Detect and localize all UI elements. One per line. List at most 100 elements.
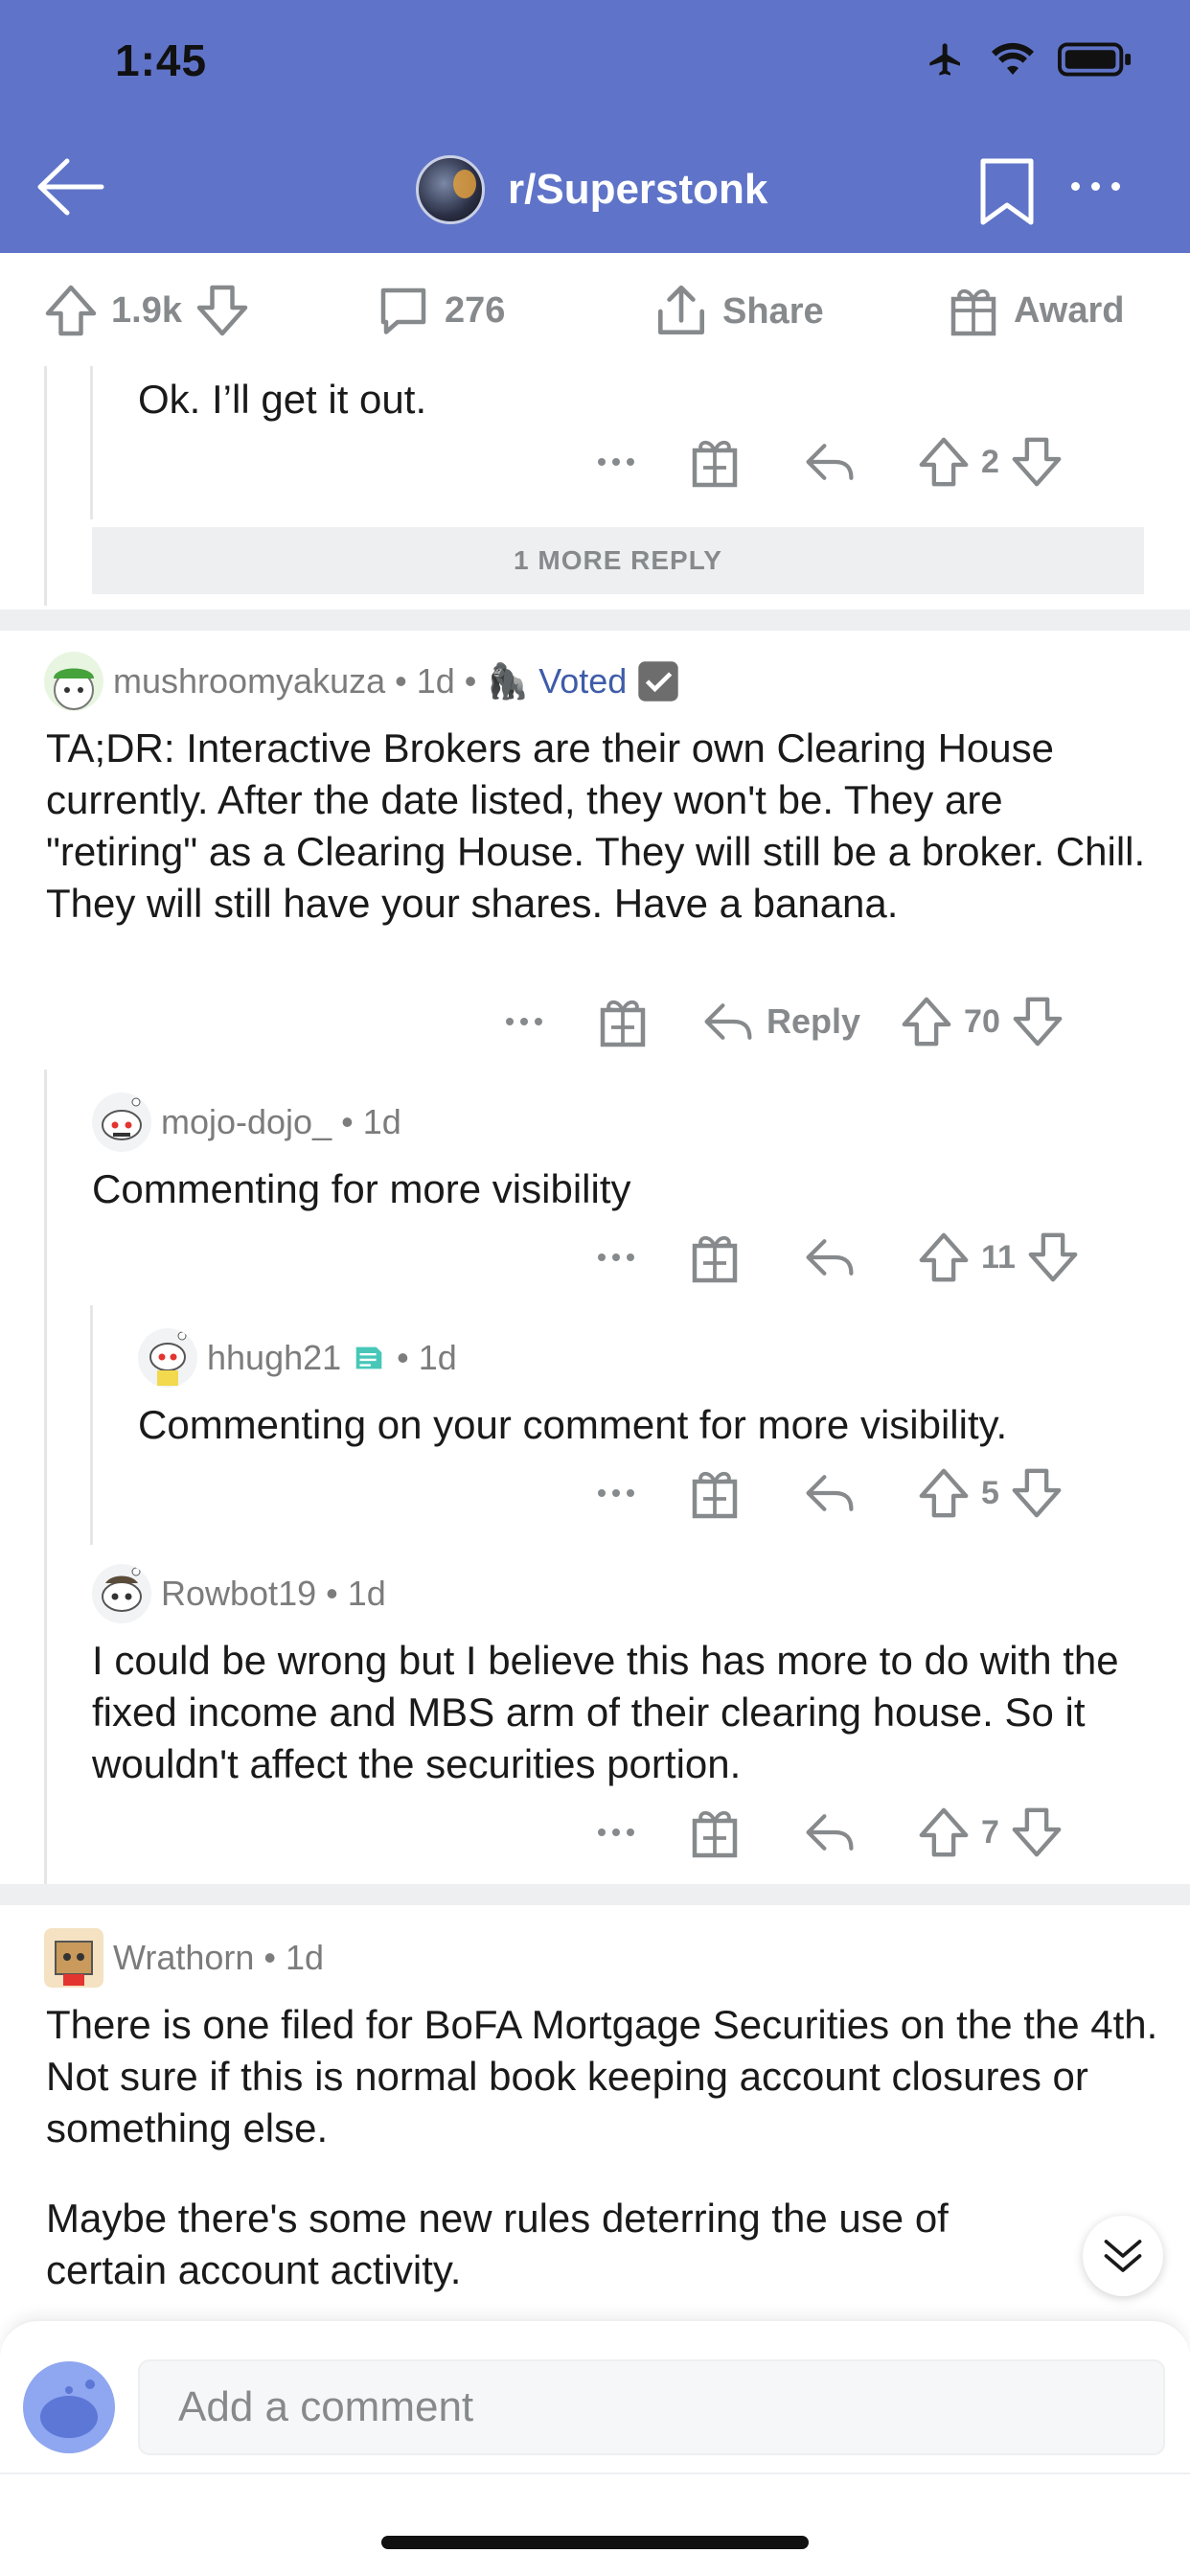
upvote-icon[interactable] bbox=[42, 282, 100, 339]
subreddit-avatar bbox=[416, 155, 485, 224]
share-button[interactable]: Share bbox=[652, 282, 824, 341]
post-action-bar: 1.9k 276 Share Award bbox=[0, 253, 1190, 366]
comment-age: 1d bbox=[286, 1938, 325, 1977]
vote-count: 11 bbox=[981, 1238, 1016, 1276]
home-indicator bbox=[381, 2536, 809, 2549]
comment-body: TA;DR: Interactive Brokers are their own… bbox=[46, 725, 1146, 926]
upvote-icon[interactable] bbox=[899, 994, 954, 1049]
gift-icon[interactable] bbox=[686, 1804, 744, 1861]
comment-meta: Rowbot19 • 1d bbox=[92, 1564, 386, 1623]
award-button[interactable]: Award bbox=[945, 282, 1124, 339]
reply-icon[interactable] bbox=[801, 435, 858, 489]
comment-author[interactable]: mushroomyakuza bbox=[113, 661, 385, 702]
reply-icon bbox=[704, 1003, 752, 1040]
upvote-icon[interactable] bbox=[916, 434, 972, 490]
add-comment-input[interactable]: Add a comment bbox=[138, 2359, 1165, 2455]
comment-age: 1d bbox=[347, 1574, 386, 1613]
comments-button[interactable]: 276 bbox=[374, 282, 505, 339]
app-header: 1:45 r/Superstonk bbox=[0, 0, 1190, 253]
back-arrow-icon[interactable] bbox=[33, 153, 109, 220]
gift-icon[interactable] bbox=[686, 433, 744, 491]
downvote-icon[interactable] bbox=[1009, 1805, 1064, 1860]
gift-icon[interactable] bbox=[686, 1229, 744, 1286]
upvote-icon[interactable] bbox=[916, 1230, 972, 1285]
thread-line bbox=[90, 1305, 93, 1545]
gift-icon[interactable] bbox=[686, 1464, 744, 1522]
comment-author[interactable]: Rowbot19 bbox=[161, 1574, 316, 1614]
avatar[interactable] bbox=[138, 1328, 197, 1388]
comment-more-icon[interactable] bbox=[506, 1018, 542, 1025]
comment-more-icon[interactable] bbox=[598, 1254, 634, 1261]
post-upvote-count: 1.9k bbox=[111, 289, 182, 331]
avatar[interactable] bbox=[92, 1564, 151, 1623]
subreddit-name: r/Superstonk bbox=[508, 166, 768, 213]
comment-meta: mushroomyakuza • 1d • 🦍 Voted bbox=[44, 652, 680, 711]
more-replies-button[interactable]: 1 MORE REPLY bbox=[92, 527, 1144, 594]
user-avatar[interactable] bbox=[23, 2361, 115, 2453]
comment-body: There is one filed for BoFA Mortgage Sec… bbox=[46, 2002, 1158, 2150]
upvote-icon[interactable] bbox=[916, 1465, 972, 1521]
status-icons bbox=[924, 40, 1133, 79]
comment-author[interactable]: hhugh21 bbox=[207, 1338, 341, 1378]
comment-more-icon[interactable] bbox=[598, 458, 634, 466]
vote-count: 70 bbox=[964, 1002, 1000, 1040]
comment-age: 1d bbox=[418, 1338, 457, 1377]
comment-body: Ok. I’ll get it out. bbox=[138, 377, 427, 422]
flair-book-icon bbox=[355, 1346, 382, 1369]
downvote-icon[interactable] bbox=[1009, 1465, 1064, 1521]
status-time: 1:45 bbox=[115, 35, 208, 85]
comment-more-icon[interactable] bbox=[598, 1828, 634, 1836]
comment-icon bbox=[380, 288, 426, 334]
comment-meta: hhugh21 • 1d bbox=[138, 1328, 457, 1388]
reply-icon[interactable] bbox=[801, 1230, 858, 1284]
avatar[interactable] bbox=[92, 1092, 151, 1152]
comment-actions: 11 bbox=[598, 1229, 1081, 1286]
share-label: Share bbox=[722, 290, 824, 332]
downvote-icon[interactable] bbox=[1010, 994, 1065, 1049]
next-comment-button[interactable] bbox=[1083, 2216, 1163, 2296]
reply-icon[interactable] bbox=[801, 1466, 858, 1520]
comment-composer: Add a comment bbox=[0, 2319, 1190, 2472]
comment-body: Commenting for more visibility bbox=[92, 1166, 631, 1211]
comment-actions: Reply 70 bbox=[506, 993, 1065, 1050]
comment-author[interactable]: mojo-dojo_ bbox=[161, 1102, 332, 1142]
wifi-icon bbox=[992, 42, 1034, 75]
user-flair: Voted bbox=[538, 661, 628, 701]
battery-icon bbox=[1058, 42, 1132, 77]
more-options-icon[interactable] bbox=[1071, 182, 1120, 191]
bookmark-icon[interactable] bbox=[977, 157, 1037, 226]
thread-line bbox=[44, 1070, 47, 1884]
avatar[interactable] bbox=[44, 1928, 103, 1988]
comment-actions: 7 bbox=[598, 1804, 1064, 1861]
downvote-icon[interactable] bbox=[1009, 434, 1064, 490]
vote-count: 2 bbox=[981, 443, 999, 480]
comment-author[interactable]: Wrathorn bbox=[113, 1938, 254, 1978]
comment-age: 1d bbox=[362, 1102, 401, 1141]
reply-button[interactable]: Reply bbox=[699, 995, 860, 1048]
thread-line bbox=[44, 366, 47, 606]
thread-line bbox=[90, 366, 93, 519]
reply-label: Reply bbox=[767, 1001, 861, 1041]
comment-body: Commenting on your comment for more visi… bbox=[138, 1402, 1008, 1447]
avatar[interactable] bbox=[44, 652, 103, 711]
post-vote-group: 1.9k bbox=[42, 282, 251, 339]
airplane-icon bbox=[929, 43, 960, 76]
comment-separator bbox=[0, 610, 1190, 631]
comment-count: 276 bbox=[445, 289, 506, 331]
vote-count: 7 bbox=[981, 1813, 999, 1851]
comment-actions: 5 bbox=[598, 1464, 1064, 1522]
upvote-icon[interactable] bbox=[916, 1805, 972, 1860]
comment-meta: Wrathorn • 1d bbox=[44, 1928, 324, 1988]
bottom-divider bbox=[0, 2472, 1190, 2474]
comment-meta: mojo-dojo_ • 1d bbox=[92, 1092, 401, 1152]
downvote-icon[interactable] bbox=[194, 282, 251, 339]
checkbox-checked-icon bbox=[638, 661, 679, 702]
double-chevron-down-icon bbox=[1104, 2240, 1142, 2272]
downvote-icon[interactable] bbox=[1025, 1230, 1081, 1285]
comment-more-icon[interactable] bbox=[598, 1489, 634, 1497]
gift-icon bbox=[950, 288, 996, 336]
reply-icon[interactable] bbox=[801, 1806, 858, 1859]
subreddit-header[interactable]: r/Superstonk bbox=[416, 155, 767, 224]
gift-icon[interactable] bbox=[594, 993, 652, 1050]
comment-body: Maybe there's some new rules deterring t… bbox=[46, 2196, 949, 2292]
